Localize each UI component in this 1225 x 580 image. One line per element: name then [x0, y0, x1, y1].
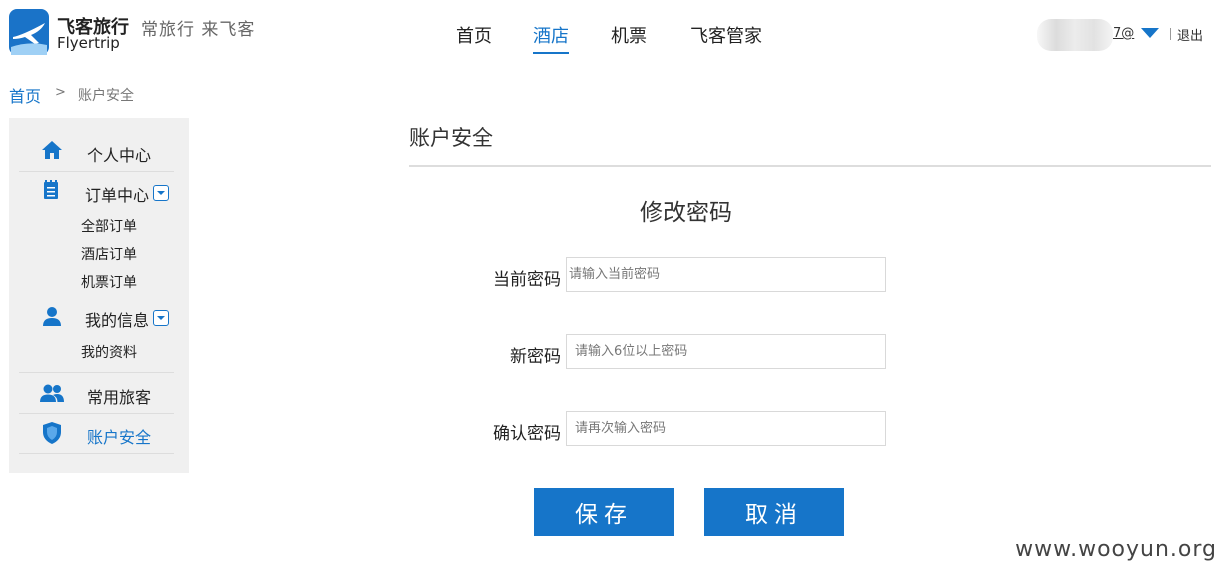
- nav-butler[interactable]: 飞客管家: [690, 22, 762, 48]
- caret-down-icon[interactable]: [1141, 28, 1159, 38]
- logo-text-en: Flyertrip: [57, 34, 120, 52]
- nav-home[interactable]: 首页: [456, 22, 492, 48]
- shield-icon: [43, 422, 61, 444]
- cancel-button[interactable]: 取消: [704, 488, 844, 536]
- slogan: 常旅行 来飞客: [141, 20, 256, 40]
- sidebar-label-personal-center: 个人中心: [87, 146, 152, 165]
- nav-hotel[interactable]: 酒店: [533, 22, 569, 54]
- watermark: www.wooyun.org: [1015, 537, 1217, 562]
- sidebar-sub-flight-orders[interactable]: 机票订单: [81, 272, 137, 292]
- breadcrumb-separator: >: [55, 85, 66, 100]
- sidebar-sub-all-orders[interactable]: 全部订单: [81, 216, 137, 236]
- home-icon: [42, 141, 62, 160]
- logo-icon[interactable]: [9, 9, 49, 55]
- chevron-down-icon[interactable]: [153, 310, 169, 326]
- sidebar-sub-hotel-orders[interactable]: 酒店订单: [81, 244, 137, 264]
- new-password-label: 新密码: [510, 347, 561, 367]
- sidebar-sub-my-profile[interactable]: 我的资料: [81, 342, 137, 362]
- sidebar-item-personal-center[interactable]: 个人中心: [19, 131, 174, 172]
- sidebar-item-order-center[interactable]: 订单中心: [19, 171, 174, 211]
- sidebar-label-account-security: 账户安全: [87, 428, 152, 447]
- title-divider: [409, 165, 1211, 167]
- users-icon: [40, 384, 64, 402]
- breadcrumb-current: 账户安全: [78, 88, 134, 104]
- user-icon: [43, 307, 61, 326]
- sidebar-item-account-security[interactable]: 账户安全: [19, 413, 174, 454]
- current-password-label: 当前密码: [493, 270, 561, 290]
- sidebar-label-order-center: 订单中心: [85, 186, 150, 205]
- new-password-input[interactable]: [566, 334, 886, 369]
- form-title: 修改密码: [640, 200, 732, 226]
- save-button[interactable]: 保存: [534, 488, 674, 536]
- sidebar-item-my-info[interactable]: 我的信息: [19, 296, 174, 336]
- clipboard-icon: [43, 180, 61, 200]
- breadcrumb-home[interactable]: 首页: [9, 83, 41, 107]
- page-title: 账户安全: [409, 126, 493, 150]
- confirm-password-label: 确认密码: [493, 424, 561, 444]
- sidebar-label-frequent-travelers: 常用旅客: [87, 388, 152, 407]
- header-separator: [1170, 28, 1171, 40]
- chevron-down-icon[interactable]: [153, 185, 169, 201]
- current-password-input[interactable]: [566, 257, 886, 292]
- sidebar-item-frequent-travelers[interactable]: 常用旅客: [19, 373, 174, 414]
- logout-link[interactable]: 退出: [1177, 25, 1203, 44]
- nav-flight[interactable]: 机票: [611, 22, 647, 48]
- user-name[interactable]: 7@: [1113, 26, 1134, 41]
- confirm-password-input[interactable]: [566, 411, 886, 446]
- user-name-blurred[interactable]: [1037, 19, 1113, 51]
- sidebar-label-my-info: 我的信息: [85, 311, 150, 330]
